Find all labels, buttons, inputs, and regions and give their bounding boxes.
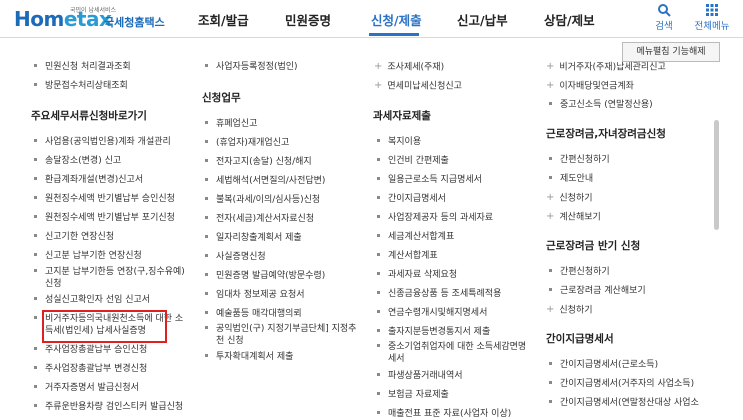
menu-item[interactable]: 간편신청하기 — [549, 154, 610, 166]
menu-item[interactable]: 과세자료 삭제요청 — [377, 269, 457, 281]
nav-civil-certificate[interactable]: 민원증명 — [285, 10, 331, 29]
menu-item[interactable]: 인건비 간편제출 — [377, 155, 449, 167]
menu-item[interactable]: 민원신청 처리결과조회 — [34, 61, 131, 73]
top-navigation-bar: Hometax 국민이 납세서비스 국세청홈택스 조회/발급 민원증명 신청/제… — [0, 0, 743, 37]
menu-item[interactable]: 계산서합계표 — [377, 250, 438, 262]
menu-item[interactable]: (휴업자)재개업신고 — [205, 137, 289, 149]
search-button[interactable]: 검색 — [644, 3, 684, 32]
all-menu-button[interactable]: 전체메뉴 — [686, 3, 738, 32]
all-menu-label: 전체메뉴 — [694, 21, 730, 32]
menu-item[interactable]: 보험금 자료제출 — [377, 389, 449, 401]
menu-item[interactable]: 근로장려금 계산해보기 — [549, 285, 646, 297]
menu-item[interactable]: 출자지분등변경통지서 제출 — [377, 326, 490, 338]
menu-item[interactable]: 민원증명 발급예약(방문수령) — [205, 270, 325, 282]
menu-item[interactable]: 신고분 납부기한 연장신청 — [34, 250, 142, 262]
menu-item[interactable]: 사업장제공자 등의 과세자료 — [377, 212, 493, 224]
menu-item[interactable]: 불복(과세/이의/심사등)신청 — [205, 194, 320, 206]
menu-item[interactable]: 휴폐업신고 — [205, 118, 257, 130]
menu-item[interactable]: 간이지급명세서(연말정산대상 사업소 — [549, 397, 699, 409]
menu-item[interactable]: 복지이용 — [377, 136, 421, 148]
nav-lookup-issue[interactable]: 조회/발급 — [198, 10, 249, 29]
menu-item[interactable]: 주류운반용차량 검인스티커 발급신청 — [34, 401, 183, 413]
menu-item[interactable]: 연금수령개시및해지명세서 — [377, 307, 487, 319]
menu-item[interactable]: 사실증명신청 — [205, 251, 266, 263]
menu-item[interactable]: 신고기한 연장신청 — [34, 231, 114, 243]
menu-item[interactable]: 사업자등록정정(법인) — [205, 61, 298, 73]
menu-item[interactable]: + 비거주자(주재)납세관리신고 — [546, 61, 666, 74]
menu-item[interactable]: 주사업장총괄납부 변경신청 — [34, 363, 147, 375]
menu-item[interactable]: 원천징수세액 반기별납부 승인신청 — [34, 193, 175, 205]
menu-item[interactable]: 성실신고확인자 선임 신고서 — [34, 294, 150, 306]
grid-menu-icon — [706, 4, 718, 16]
section-title: 신청업무 — [202, 92, 241, 104]
menu-item[interactable]: + 조사제세(주재) — [374, 61, 444, 74]
highlight-box — [42, 310, 167, 343]
menu-item[interactable]: 간이지급명세서(근로소득) — [549, 359, 658, 371]
header-divider — [0, 37, 743, 38]
menu-item[interactable]: 거주자증명서 발급신청서 — [34, 382, 139, 394]
hometax-logo[interactable]: Hometax 국민이 납세서비스 국세청홈택스 — [14, 5, 184, 33]
logo-korean: 국세청홈택스 — [104, 16, 165, 29]
vertical-scrollbar[interactable] — [714, 120, 719, 230]
menu-item[interactable]: + 면세미납세신청신고 — [374, 80, 462, 93]
menu-item[interactable]: 원천징수세액 반기별납부 포기신청 — [34, 212, 175, 224]
nav-report-payment[interactable]: 신고/납부 — [457, 10, 508, 29]
menu-item[interactable]: 일용근로소득 지급명세서 — [377, 174, 482, 186]
menu-item[interactable]: 송달장소(변경) 신고 — [34, 155, 121, 167]
search-icon — [658, 4, 671, 17]
search-label: 검색 — [655, 21, 673, 32]
menu-item[interactable]: 주사업장총괄납부 승인신청 — [34, 344, 147, 356]
menu-item[interactable]: + 신청하기 — [546, 192, 593, 205]
nav-apply-submit[interactable]: 신청/제출 — [371, 10, 422, 29]
menu-item[interactable]: 전자고지(송달) 신청/해지 — [205, 156, 312, 168]
menu-item[interactable]: 중고신소득 (연말정산용) — [549, 99, 653, 111]
menu-item[interactable]: 방문접수처리상태조회 — [34, 80, 128, 92]
menu-item[interactable]: 간이지급명세서 — [377, 193, 446, 205]
menu-item[interactable]: 중소기업취업자에 대한 소득세감면명 세서 — [377, 341, 548, 365]
menu-item[interactable]: 세금계산서합계표 — [377, 231, 454, 243]
section-title: 근로장려금,자녀장려금신청 — [546, 128, 666, 140]
menu-item[interactable]: 임대차 정보제공 요청서 — [205, 289, 305, 301]
menu-item[interactable]: 매출전표 표준 자료(사업자 이상) — [377, 408, 511, 420]
menu-item[interactable]: 고지분 납부기한등 연장(구,징수유예) 신청 — [34, 266, 185, 290]
menu-item[interactable]: + 이자배당및연금계좌 — [546, 80, 634, 93]
nav-consult-report[interactable]: 상담/제보 — [544, 10, 595, 29]
section-title: 과세자료제출 — [373, 110, 431, 122]
menu-item[interactable]: 간이지급명세서(거주자의 사업소득) — [549, 378, 694, 390]
menu-item[interactable]: 제도안내 — [549, 173, 593, 185]
menu-item[interactable]: 환급계좌개설(변경)신고서 — [34, 174, 143, 186]
menu-item[interactable]: 투자확대계획서 제출 — [205, 351, 293, 363]
menu-item[interactable]: 전자(세금)계산서자료신청 — [205, 213, 314, 225]
menu-expand-off-button[interactable]: 메뉴펼침 기능해제 — [622, 42, 720, 62]
menu-item[interactable]: 예술품등 매각대행의뢰 — [205, 308, 302, 320]
menu-item[interactable]: + 신청하기 — [546, 304, 593, 317]
logo-tagline: 국민이 납세서비스 — [70, 7, 117, 14]
menu-item[interactable]: 세법해석(서면질의/사전답변) — [205, 175, 325, 187]
menu-item[interactable]: 일자리창출계획서 제출 — [205, 232, 302, 244]
section-title: 주요세무서류신청바로가기 — [31, 110, 147, 122]
menu-item[interactable]: 신종금융상품 등 조세특례적용 — [377, 288, 501, 300]
menu-item[interactable]: 사업용(공익법인용)계좌 개설관리 — [34, 136, 171, 148]
section-title: 간이지급명세서 — [546, 333, 614, 345]
menu-item[interactable]: + 계산해보기 — [546, 211, 601, 224]
menu-item[interactable]: 공익법인(구) 지정기부금단체] 지정추 천 신청 — [205, 323, 366, 347]
menu-item[interactable]: 간편신청하기 — [549, 266, 610, 278]
menu-item[interactable]: 파생상품거래내역서 — [377, 370, 463, 382]
active-nav-underline — [369, 33, 419, 36]
section-title: 근로장려금 반기 신청 — [546, 240, 641, 252]
